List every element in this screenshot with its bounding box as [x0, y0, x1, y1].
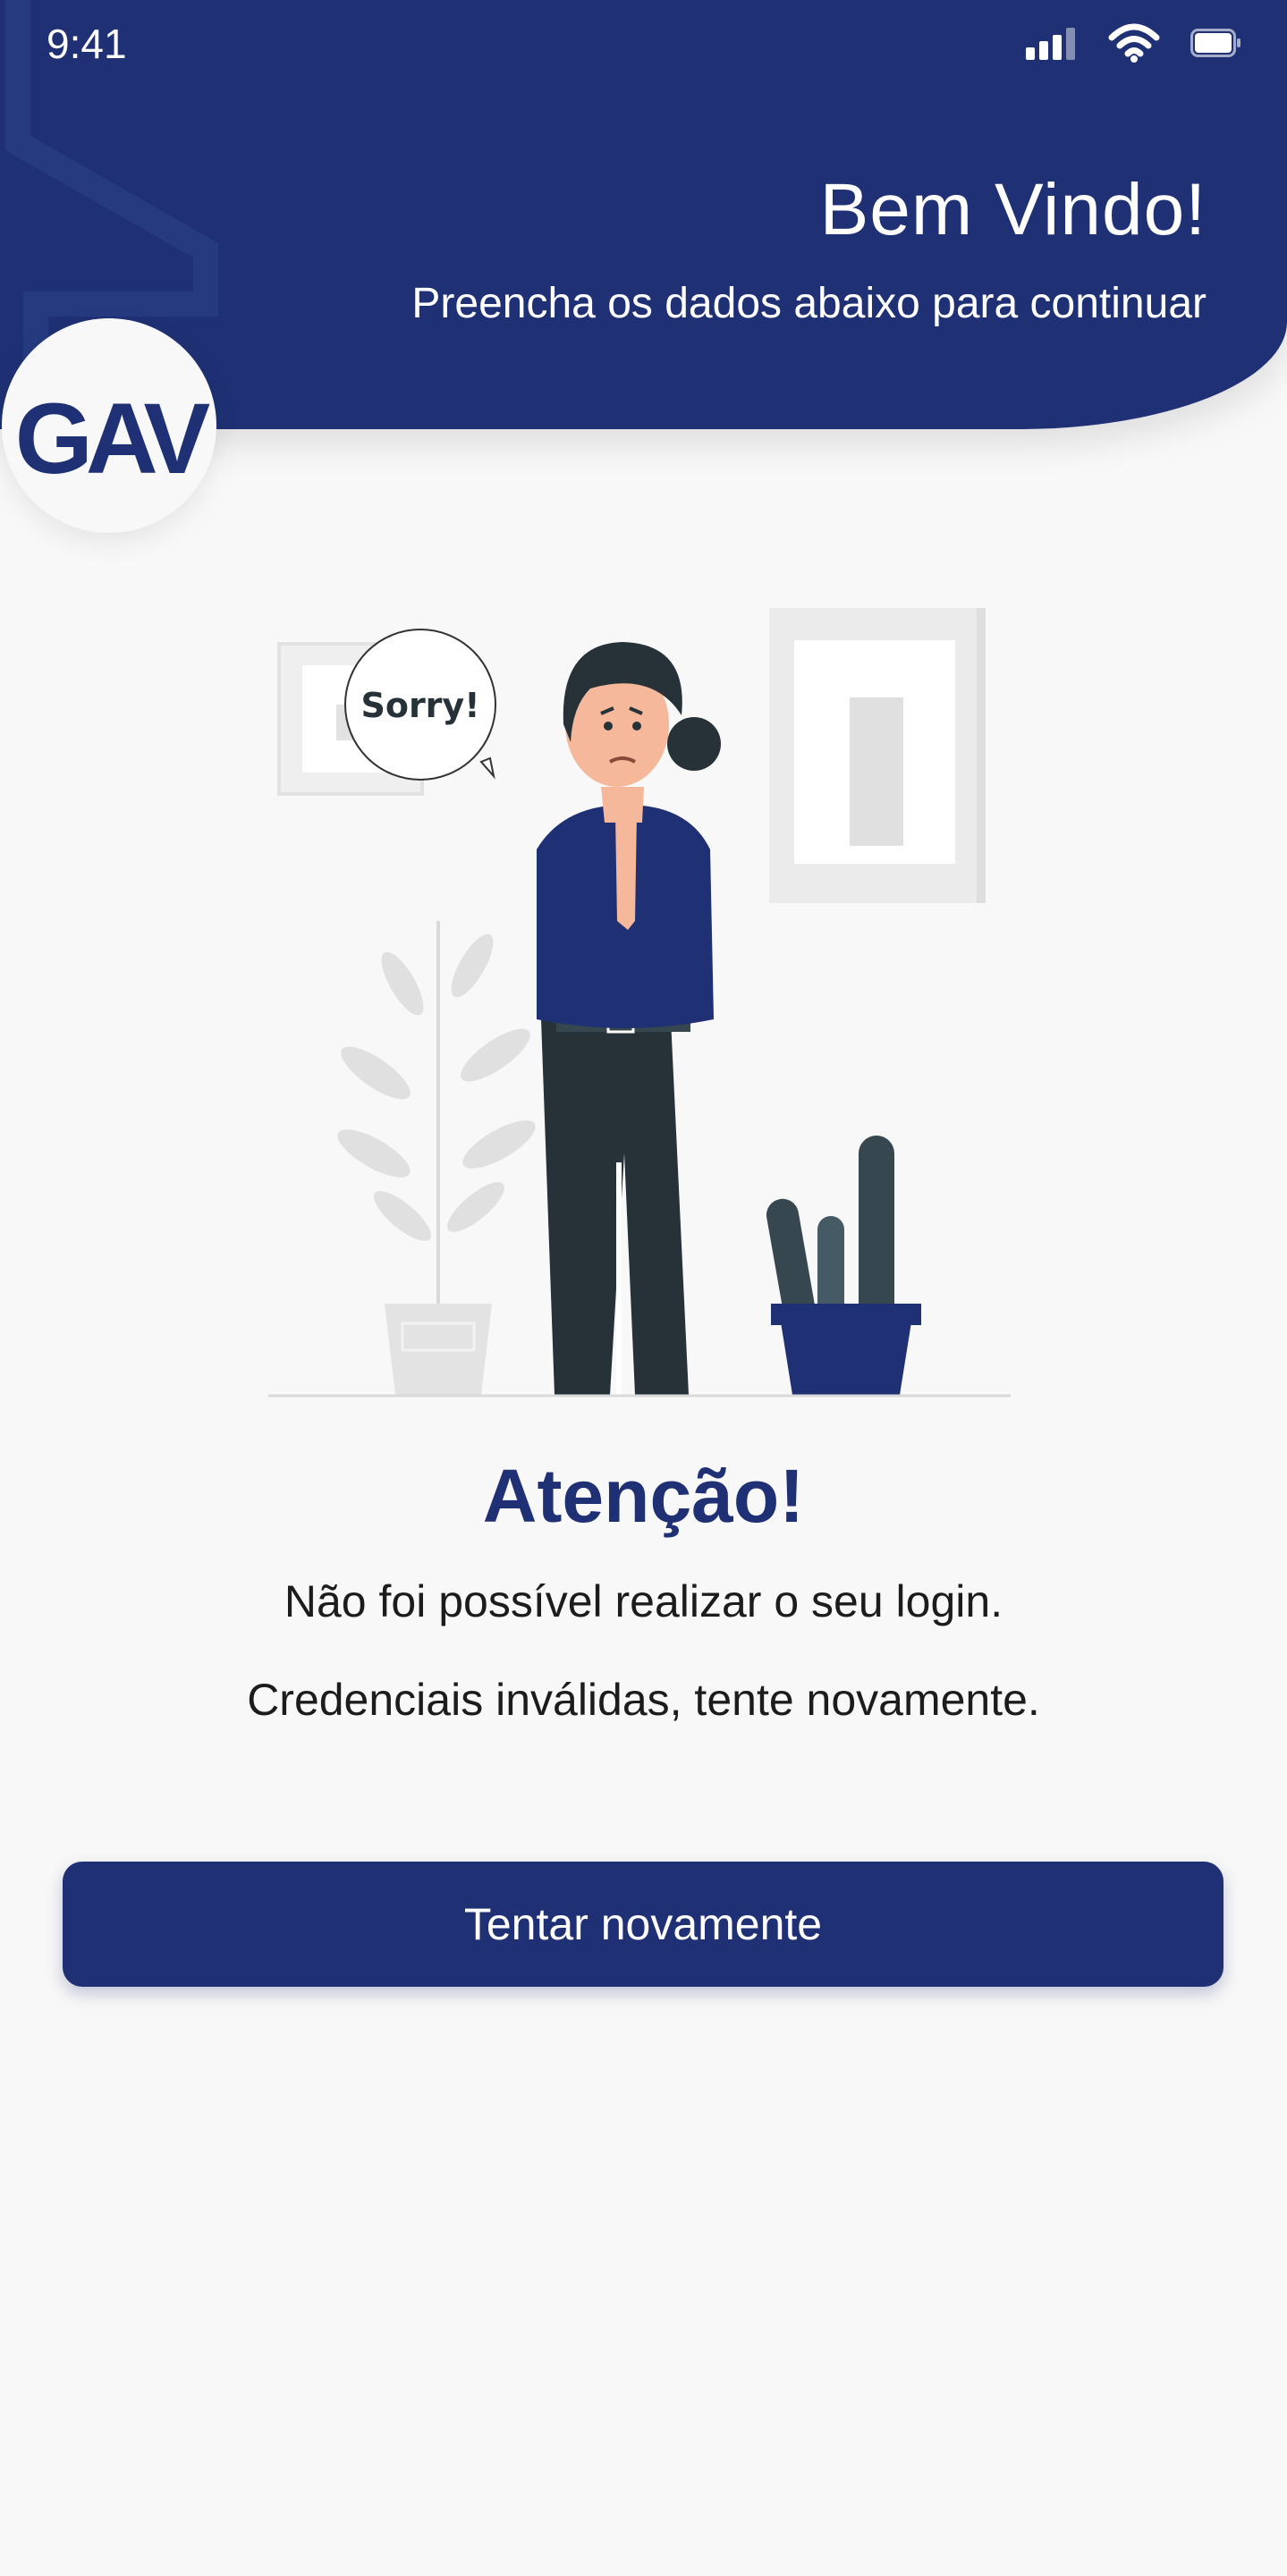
speech-bubble-text: Sorry!: [360, 686, 479, 725]
welcome-subtitle: Preencha os dados abaixo para continuar: [411, 280, 1207, 327]
wifi-icon: [1108, 23, 1160, 63]
plant-left: [337, 921, 536, 1395]
woman-figure: [537, 642, 721, 1395]
retry-button[interactable]: Tentar novamente: [63, 1862, 1223, 1987]
logo-text: GAV: [14, 383, 210, 494]
welcome-title: Bem Vindo!: [819, 169, 1207, 250]
battery-icon: [1190, 29, 1240, 57]
speech-bubble: Sorry!: [344, 629, 496, 781]
error-message-line1: Não foi possível realizar o seu login.: [284, 1576, 1003, 1626]
sorry-illustration: Sorry!: [268, 608, 1011, 1398]
logo: GAV: [2, 318, 216, 533]
wall-frame-right: [769, 608, 986, 903]
signal-icon: [1026, 28, 1075, 60]
error-message-line2: Credenciais inválidas, tente novamente.: [247, 1675, 1040, 1725]
status-icons: [1026, 23, 1242, 63]
cactus-plant: [766, 1136, 921, 1395]
status-time: 9:41: [47, 21, 127, 67]
error-title: Atenção!: [482, 1454, 805, 1538]
